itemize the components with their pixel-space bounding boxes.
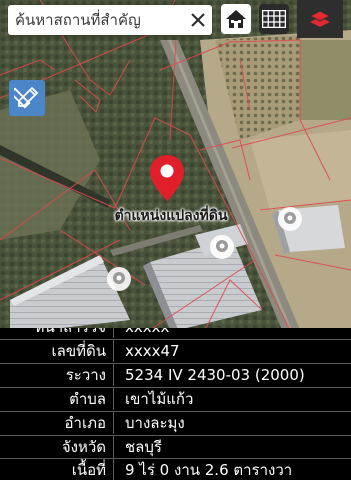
poi-marker[interactable] [106, 266, 132, 292]
layers-icon [308, 10, 332, 27]
info-row-sheet: ระวาง 5234 IV 2430-03 (2000) [0, 363, 351, 386]
ruler-pencil-icon [14, 86, 39, 109]
info-value: ชลบุรี [125, 438, 162, 456]
info-label: จังหวัด [61, 438, 106, 456]
divider [113, 364, 114, 386]
info-label: เนื้อที่ [71, 461, 106, 479]
divider [113, 436, 114, 458]
divider [113, 412, 114, 434]
divider [113, 340, 114, 362]
info-value: 9 ไร่ 0 งาน 2.6 ตารางวา [125, 461, 293, 479]
info-row-district: อำเภอ บางละมุง [0, 411, 351, 434]
layers-button[interactable] [297, 0, 343, 38]
info-value: เขาไม้แก้ว [125, 390, 194, 408]
close-icon [191, 13, 205, 27]
info-label: เลขที่ดิน [51, 342, 106, 360]
location-pin-icon[interactable] [149, 154, 185, 202]
grid-icon [262, 10, 286, 28]
info-row-partial: หน้าสำรวจ xxxxx [0, 328, 351, 338]
divider [113, 328, 114, 338]
home-icon [226, 10, 246, 28]
info-row-land-number: เลขที่ดิน xxxx47 [0, 339, 351, 362]
info-label: อำเภอ [64, 414, 106, 432]
grid-toggle-button[interactable] [259, 4, 289, 34]
info-label: ระวาง [65, 366, 106, 384]
poi-marker[interactable] [277, 206, 303, 232]
poi-marker[interactable] [209, 234, 235, 260]
info-value: 5234 IV 2430-03 (2000) [125, 366, 305, 384]
marker-label: ตำแหน่งแปลงที่ดิน [114, 208, 228, 224]
info-value: xxxxx [125, 328, 169, 338]
search-bar [8, 5, 212, 35]
measure-tool-button[interactable] [9, 80, 45, 116]
info-value: บางละมุง [125, 414, 185, 432]
home-button[interactable] [221, 4, 251, 34]
parcel-info-panel: หน้าสำรวจ xxxxx เลขที่ดิน xxxx47 ระวาง 5… [0, 328, 351, 480]
info-row-province: จังหวัด ชลบุรี [0, 435, 351, 458]
divider [113, 459, 114, 480]
clear-search-button[interactable] [183, 5, 213, 35]
info-row-subdistrict: ตำบล เขาไม้แก้ว [0, 387, 351, 410]
info-row-area: เนื้อที่ 9 ไร่ 0 งาน 2.6 ตารางวา [0, 458, 351, 480]
divider [113, 388, 114, 410]
info-label: ตำบล [69, 390, 106, 408]
info-label: หน้าสำรวจ [0, 328, 106, 338]
search-input[interactable] [8, 5, 176, 35]
info-value: xxxx47 [125, 342, 180, 360]
